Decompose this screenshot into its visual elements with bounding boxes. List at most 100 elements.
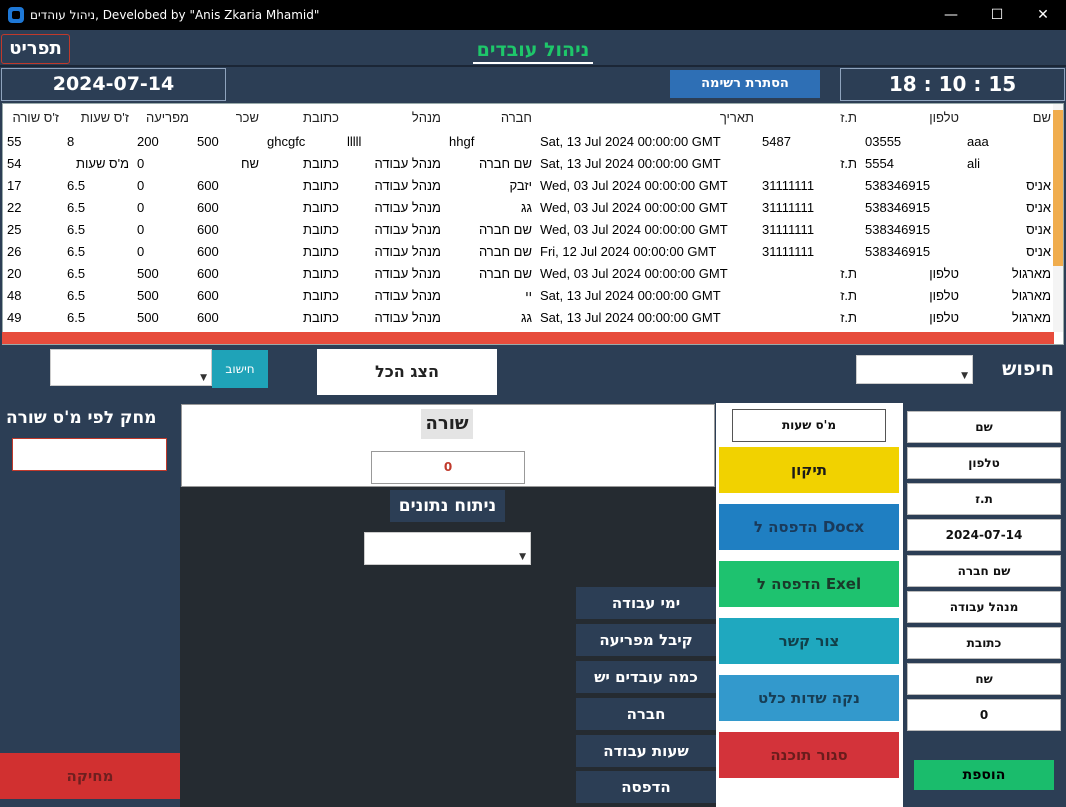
table-cell: hhgf [449,133,475,149]
table-cell: שם חברה [478,265,532,281]
column-header[interactable]: טלפון [861,104,963,130]
company-field[interactable]: שם חברה [907,555,1061,587]
table-cell: כתובת [303,309,339,325]
received-disruption-button[interactable]: קיבל מפריעה [576,624,716,656]
table-cell: 538346915 [865,177,931,193]
horizontal-scrollbar[interactable] [2,332,1054,344]
table-cell: מנהל עבודה [374,177,441,193]
minimize-button[interactable]: — [928,0,974,30]
menu-button[interactable]: תפריט [1,34,70,64]
table-cell: שם חברה [478,243,532,259]
delete-by-row-label: מחק לפי מ'ס שורה [6,408,157,428]
close-app-button[interactable]: סגור תוכנה [719,732,899,778]
table-cell: 0 [137,243,145,259]
salary-field[interactable]: שח [907,663,1061,695]
table-row[interactable]: 26 6.5 0 600 כתובת מנהל עבודה שם חברה Fri, 12 J… [3,240,1055,262]
table-row[interactable]: 49 6.5 500 600 כתובת מנהל עבודה גג Sat, 13 Jul … [3,306,1055,328]
delete-button[interactable]: מחיקה [0,753,180,799]
print-docx-button[interactable]: הדפסה ל Docx [719,504,899,550]
maximize-button[interactable]: ☐ [974,0,1020,30]
table-cell: מנהל עבודה [374,221,441,237]
table-row[interactable]: 54 מ'ס שעות 0 שח כתובת מנהל עבודה שם חברה Sat, … [3,152,1055,174]
contact-button[interactable]: צור קשר [719,618,899,664]
table-cell: Sat, 13 Jul 2024 00:00:00 GMT [540,133,721,149]
table-cell: מנהל עבודה [374,155,441,171]
table-cell: 600 [197,243,219,259]
analysis-select[interactable]: ▼ [364,532,531,565]
column-header[interactable]: תאריך [536,104,758,130]
table-cell: 6.5 [67,309,86,325]
table-cell: Wed, 03 Jul 2024 00:00:00 GMT [540,221,728,237]
clear-fields-button[interactable]: נקה שדות כלט [719,675,899,721]
employees-table[interactable]: ז'ס שורה ז'ס שעות מפריעה שכר כתובת מנהל חברה תא… [2,103,1064,345]
company-button[interactable]: חברה [576,698,716,730]
table-cell: גג [521,199,532,215]
search-label: חיפוש [1002,358,1055,380]
table-cell: 600 [197,287,219,303]
table-cell: יזבק [509,177,532,193]
search-select[interactable]: ▼ [856,355,973,384]
delete-row-input[interactable] [12,438,167,471]
table-cell: 0 [137,199,145,215]
column-header[interactable]: כתובת [263,104,343,130]
table-cell: 49 [7,309,22,325]
chevron-down-icon: ▼ [519,552,526,562]
column-header[interactable]: שכר [193,104,263,130]
date-field[interactable]: 2024-07-14 [907,519,1061,551]
show-all-button[interactable]: הצג הכל [317,349,497,395]
manager-field[interactable]: מנהל עבודה [907,591,1061,623]
calc-select[interactable]: ▼ [50,349,212,386]
table-row[interactable]: 17 6.5 0 600 כתובת מנהל עבודה יזבק Wed, 03 Jul … [3,174,1055,196]
edit-button[interactable]: תיקון [719,447,899,493]
calc-button[interactable]: חישוב [212,350,268,388]
column-header[interactable]: ז'ס שעות [63,104,133,130]
address-field[interactable]: כתובת [907,627,1061,659]
column-header[interactable]: חברה [445,104,536,130]
table-cell: מארגול [1011,265,1051,281]
disruption-field[interactable]: 0 [907,699,1061,731]
print-excel-button[interactable]: הדפסה ל Exel [719,561,899,607]
table-row[interactable]: 48 6.5 500 600 כתובת מנהל עבודה יי Sat, 13 Jul … [3,284,1055,306]
column-header[interactable]: ת.ז [758,104,861,130]
table-cell: כתובת [303,155,339,171]
work-days-button[interactable]: ימי עבודה [576,587,716,619]
name-field[interactable]: שם [907,411,1061,443]
table-row[interactable]: 55 8 200 500 ghcgfc lllll hhgf Sat, 13 Jul 2024… [3,130,1055,152]
employee-count-button[interactable]: כמה עובדים יש [576,661,716,693]
table-cell: 6.5 [67,177,86,193]
column-header[interactable]: שם [963,104,1055,130]
window-titlebar: ניהול עוהדים, Develobed by "Anis Zkaria … [0,0,1066,30]
table-cell: 25 [7,221,22,237]
chevron-down-icon: ▼ [200,373,207,383]
analysis-title: ניתוח נתונים [390,490,505,522]
table-cell: אניס [1026,221,1051,237]
table-cell: כתובת [303,177,339,193]
id-field[interactable]: ת.ז [907,483,1061,515]
add-button[interactable]: הוספת [914,760,1054,790]
table-row[interactable]: 20 6.5 500 600 כתובת מנהל עבודה שם חברה Wed, 03… [3,262,1055,284]
table-cell: 8 [67,133,75,149]
table-cell: Wed, 03 Jul 2024 00:00:00 GMT [540,199,728,215]
vertical-scrollbar[interactable] [1053,104,1063,332]
table-row[interactable]: 22 6.5 0 600 כתובת מנהל עבודה גג Wed, 03 Jul 20… [3,196,1055,218]
table-cell: 600 [197,221,219,237]
table-cell: ali [967,155,981,171]
vertical-scrollbar-thumb[interactable] [1053,110,1063,266]
close-window-button[interactable]: ✕ [1020,0,1066,30]
window-title: ניהול עוהדים, Develobed by "Anis Zkaria … [30,8,320,22]
table-cell: 26 [7,243,22,259]
table-cell: ת.ז [840,155,857,171]
column-header[interactable]: מנהל [343,104,445,130]
table-cell: 500 [137,265,159,281]
table-row[interactable]: 25 6.5 0 600 כתובת מנהל עבודה שם חברה Wed, 03 J… [3,218,1055,240]
table-cell: ת.ז [840,287,857,303]
table-cell: Wed, 03 Jul 2024 00:00:00 GMT [540,265,728,281]
column-header[interactable]: מפריעה [133,104,193,130]
hours-field[interactable]: מ'ס שעות [732,409,886,442]
row-number-input[interactable]: 0 [371,451,525,484]
phone-field[interactable]: טלפון [907,447,1061,479]
print-button[interactable]: הדפסה [576,771,716,803]
column-header[interactable]: ז'ס שורה [3,104,63,130]
work-hours-button[interactable]: שעות עבודה [576,735,716,767]
hide-list-button[interactable]: הסתרת רשימה [670,70,820,98]
